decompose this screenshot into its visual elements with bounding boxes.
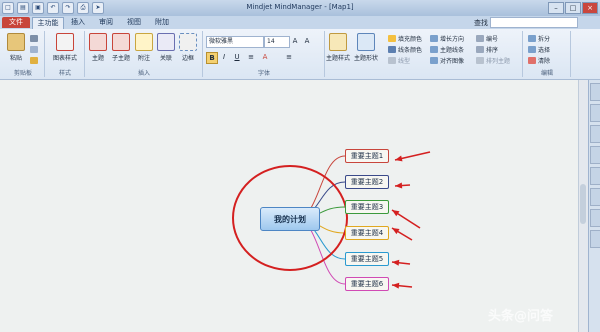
arrowhead-icon <box>395 182 403 189</box>
topic-5[interactable]: 重要主题5 <box>345 252 389 266</box>
central-topic[interactable]: 我的计划 <box>260 207 320 231</box>
watermark: 头条@问答 <box>488 309 554 324</box>
topic-3[interactable]: 重要主题3 <box>345 200 389 214</box>
topic-6[interactable]: 重要主题6 <box>345 277 389 291</box>
topic-4[interactable]: 重要主题4 <box>345 226 389 240</box>
map-connectors <box>232 151 431 289</box>
topic-2[interactable]: 重要主题2 <box>345 175 389 189</box>
topic-1[interactable]: 重要主题1 <box>345 149 389 163</box>
